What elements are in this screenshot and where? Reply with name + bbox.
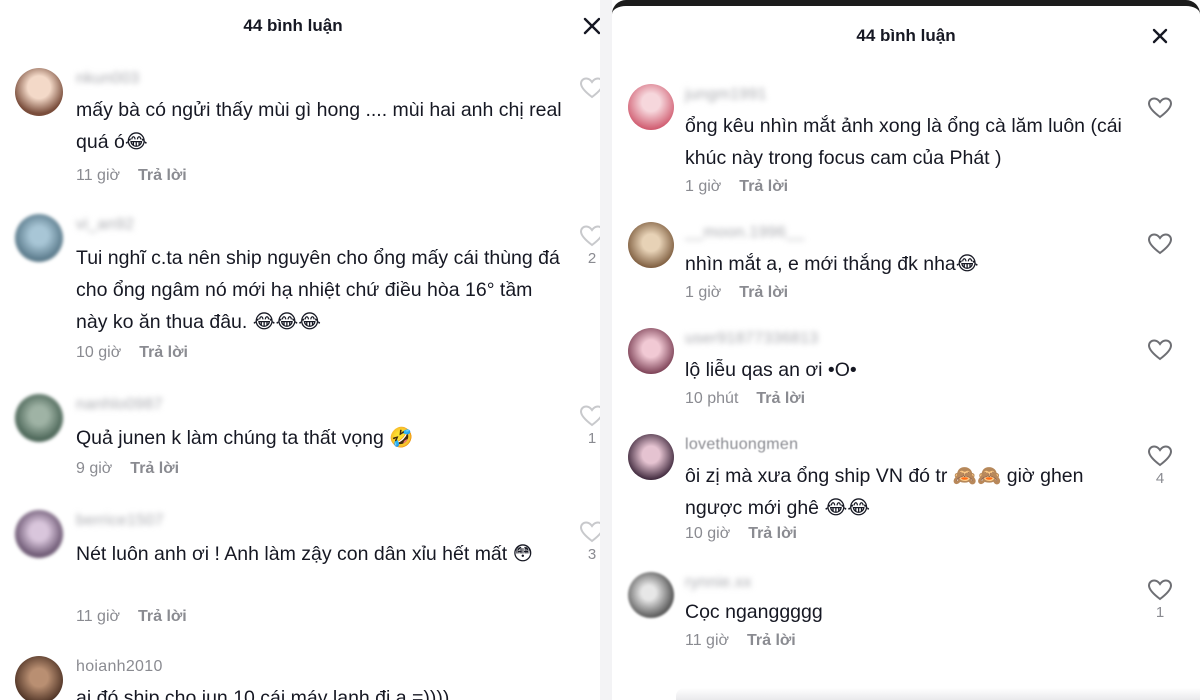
like-button[interactable]: 1: [577, 404, 600, 447]
like-button[interactable]: [1145, 232, 1175, 256]
heart-outline-icon: [579, 77, 600, 99]
comment-username[interactable]: rynnie.xx: [685, 574, 752, 592]
comment-time: 1 giờ: [685, 178, 722, 195]
close-button[interactable]: [1148, 24, 1172, 48]
like-count: 4: [1155, 470, 1165, 487]
comments-panel-left: 44 bình luận nkun003 mấy bà có ngửi thấy…: [0, 0, 600, 700]
flushed-emoji: 😳: [512, 543, 533, 565]
comment-username[interactable]: user91877336813: [685, 330, 819, 348]
comment-username[interactable]: berrice1507: [76, 512, 164, 530]
comment-meta: 1 giờ Trả lời: [685, 178, 788, 196]
comment-time: 9 giờ: [76, 460, 113, 477]
avatar[interactable]: [628, 328, 674, 374]
like-button[interactable]: 4: [1145, 444, 1175, 487]
comment-text: ai đó ship cho jun 10 cái máy lạnh đi a …: [76, 687, 450, 700]
comment-username[interactable]: jungm1991: [685, 86, 767, 104]
comment-meta: 9 giờ Trả lời: [76, 460, 179, 478]
close-button[interactable]: [580, 14, 600, 38]
laughing-emoji: 😂: [124, 131, 148, 153]
comment-username[interactable]: lovethuongmen: [685, 436, 798, 454]
comment-input-bar-edge: [676, 688, 1200, 700]
heart-outline-icon: [1147, 445, 1173, 467]
heart-outline-icon: [579, 405, 600, 427]
reply-button[interactable]: Trả lời: [130, 460, 179, 477]
comment-text: lộ liễu qas an ơi •O•: [685, 359, 857, 381]
like-count: 3: [587, 546, 597, 563]
reply-button[interactable]: Trả lời: [756, 390, 805, 407]
comment-username[interactable]: nanhlo0987: [76, 396, 163, 414]
like-count: 1: [1155, 604, 1165, 621]
like-button[interactable]: 3: [577, 520, 600, 563]
reply-button[interactable]: Trả lời: [748, 525, 797, 542]
comment-time: 11 giờ: [685, 632, 729, 649]
avatar[interactable]: [628, 572, 674, 618]
comment-text: Quả junen k làm chúng ta thất vọng 🤣: [76, 427, 414, 449]
comment-time: 1 giờ: [685, 284, 722, 301]
avatar[interactable]: [15, 214, 63, 262]
avatar[interactable]: [15, 656, 63, 700]
comment-text: nhìn mắt a, e mới thắng đk nha😂: [685, 253, 979, 275]
reply-button[interactable]: Trả lời: [139, 344, 188, 361]
heart-outline-icon: [579, 225, 600, 247]
comment-meta: 1 giờ Trả lời: [685, 284, 788, 302]
heart-outline-icon: [1147, 233, 1173, 255]
comment-username[interactable]: vi_an92: [76, 216, 134, 234]
like-count: 2: [587, 250, 597, 267]
comment-meta: 10 giờ Trả lời: [685, 525, 797, 543]
heart-outline-icon: [1147, 339, 1173, 361]
comment-meta: 10 phút Trả lời: [685, 390, 805, 408]
avatar[interactable]: [15, 394, 63, 442]
like-button[interactable]: 1: [1145, 578, 1175, 621]
avatar[interactable]: [628, 434, 674, 480]
heart-outline-icon: [1147, 579, 1173, 601]
comment-text: mấy bà có ngửi thấy mùi gì hong .... mùi…: [76, 99, 562, 153]
like-button[interactable]: [577, 76, 600, 100]
comment-time: 11 giờ: [76, 608, 120, 625]
laughing-emoji: 😂: [955, 253, 979, 275]
comment-time: 11 giờ: [76, 167, 120, 184]
panel-divider: [600, 0, 612, 700]
comment-text: ổng kêu nhìn mắt ảnh xong là ổng cà lăm …: [685, 115, 1122, 169]
comments-header: 44 bình luận: [612, 6, 1200, 60]
like-button[interactable]: [1145, 96, 1175, 120]
comment-username[interactable]: hoianh2010: [76, 658, 163, 676]
comment-username[interactable]: __moon.1996__: [685, 224, 805, 242]
laughing-emoji: 😂😂😂: [252, 311, 322, 333]
reply-button[interactable]: Trả lời: [739, 178, 788, 195]
reply-button[interactable]: Trả lời: [739, 284, 788, 301]
comment-text: Tui nghĩ c.ta nên ship nguyên cho ổng mấ…: [76, 247, 560, 333]
comment-meta: 11 giờ Trả lời: [76, 608, 187, 626]
comment-text: Cọc nganggggg: [685, 601, 823, 623]
comments-count-title: 44 bình luận: [243, 16, 343, 35]
reply-button[interactable]: Trả lời: [747, 632, 796, 649]
avatar[interactable]: [15, 510, 63, 558]
rolling-laughing-emoji: 🤣: [389, 427, 414, 449]
avatar[interactable]: [628, 222, 674, 268]
laughing-emoji: 😂😂: [824, 497, 871, 519]
comment-meta: 10 giờ Trả lời: [76, 344, 188, 362]
reply-button[interactable]: Trả lời: [138, 167, 187, 184]
comments-header: 44 bình luận: [0, 0, 600, 54]
comment-time: 10 phút: [685, 390, 739, 407]
comment-meta: 11 giờ Trả lời: [685, 632, 796, 650]
like-button[interactable]: 2: [577, 224, 600, 267]
reply-button[interactable]: Trả lời: [138, 608, 187, 625]
comment-username[interactable]: nkun003: [76, 70, 140, 88]
like-count: 1: [587, 430, 597, 447]
comment-time: 10 giờ: [76, 344, 122, 361]
comments-panel-right: 44 bình luận jungm1991 ổng kêu nhìn mắt …: [612, 0, 1200, 700]
avatar[interactable]: [628, 84, 674, 130]
comments-count-title: 44 bình luận: [856, 26, 956, 45]
comment-meta: 11 giờ Trả lời: [76, 167, 187, 185]
comment-text: ôi zị mà xưa ổng ship VN đó tr 🙈🙈 giờ gh…: [685, 465, 1084, 519]
close-icon: [583, 17, 600, 35]
comment-text: Nét luôn anh ơi ! Anh làm zậy con dân xỉ…: [76, 543, 533, 565]
close-icon: [1152, 28, 1168, 44]
heart-outline-icon: [1147, 97, 1173, 119]
like-button[interactable]: [1145, 338, 1175, 362]
comment-time: 10 giờ: [685, 525, 731, 542]
heart-outline-icon: [579, 521, 600, 543]
avatar[interactable]: [15, 68, 63, 116]
